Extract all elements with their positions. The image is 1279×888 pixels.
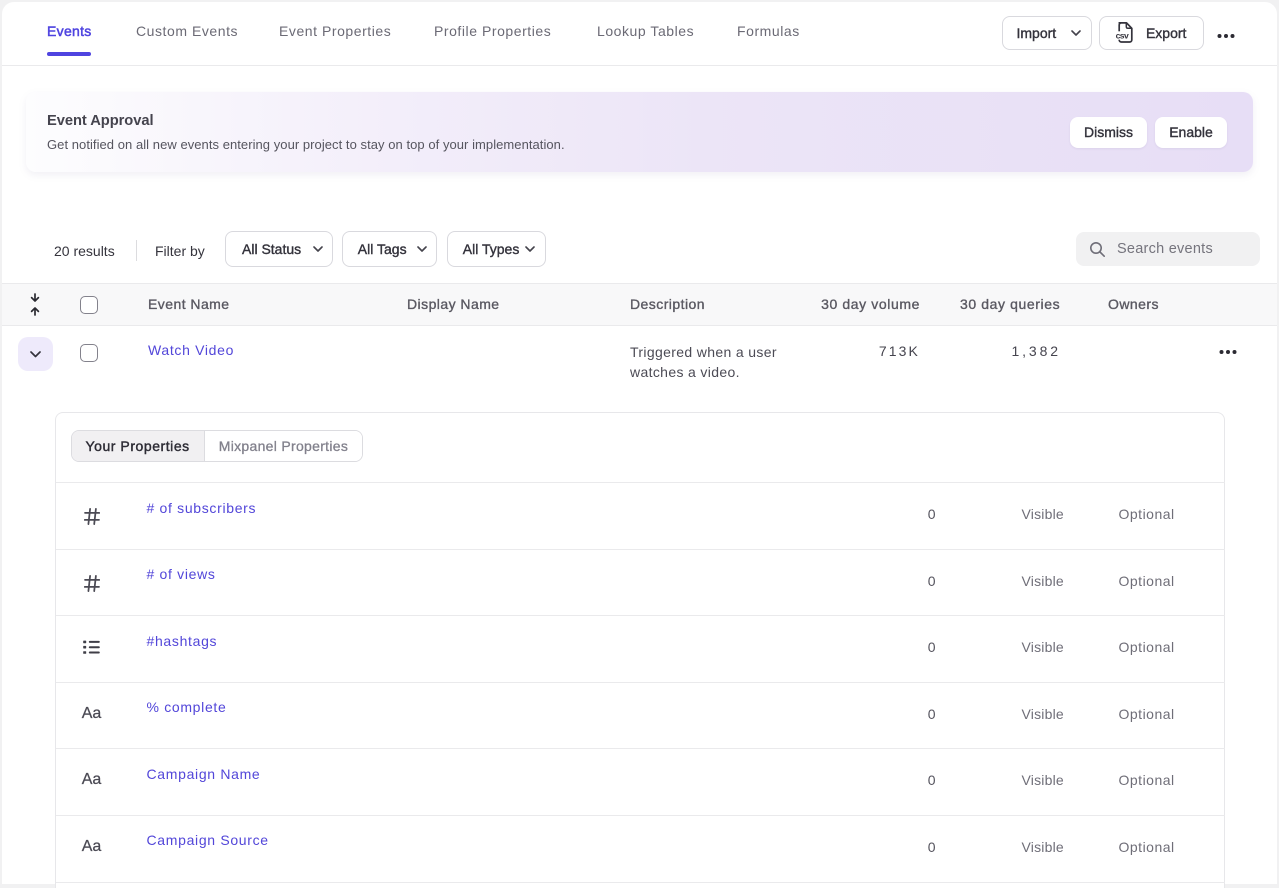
svg-text:csv: csv xyxy=(1116,31,1129,41)
